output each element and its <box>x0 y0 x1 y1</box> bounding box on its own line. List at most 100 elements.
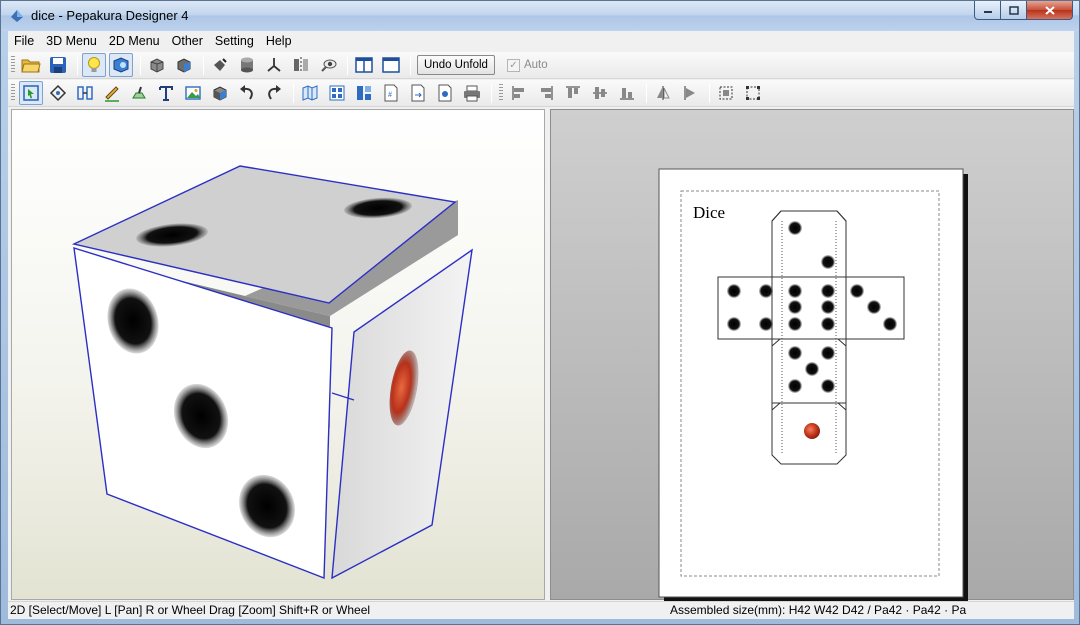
layout-blocks-icon <box>357 86 371 100</box>
select-move-icon <box>23 85 39 101</box>
svg-text:#: # <box>388 90 392 99</box>
rotate-part-button[interactable] <box>46 81 70 105</box>
net-pip <box>821 379 835 393</box>
align-top-icon <box>566 86 580 98</box>
axis-button[interactable] <box>262 53 286 77</box>
align-right-button[interactable] <box>534 81 558 105</box>
align-top-button[interactable] <box>561 81 585 105</box>
align-center-icon <box>593 87 607 99</box>
toolbar-grip[interactable] <box>499 84 503 102</box>
edit-flap-button[interactable] <box>127 81 151 105</box>
net-pip <box>821 300 835 314</box>
net-pip <box>821 346 835 360</box>
page-settings-button[interactable] <box>433 81 457 105</box>
light-toggle-button[interactable] <box>82 53 106 77</box>
redo-arrow-icon <box>268 85 281 100</box>
net-pip <box>821 284 835 298</box>
undo-button[interactable] <box>235 81 259 105</box>
open-button[interactable] <box>19 53 43 77</box>
single-view-button[interactable] <box>379 53 403 77</box>
toolbar-grip[interactable] <box>11 84 15 102</box>
axis-icon <box>267 58 281 72</box>
flip-vertical-button[interactable] <box>678 81 702 105</box>
edit-toolbar: # <box>8 80 1074 107</box>
flap-brush-icon <box>132 86 146 99</box>
pattern-sheet[interactable]: Dice <box>551 110 1075 602</box>
part-color-button[interactable] <box>208 81 232 105</box>
view-3d-pane[interactable] <box>11 109 545 600</box>
mirror-icon <box>294 57 308 73</box>
window-title: dice - Pepakura Designer 4 <box>31 8 189 23</box>
net-pip <box>788 317 802 331</box>
unfold-alt-button[interactable] <box>172 53 196 77</box>
page-number-button[interactable]: # <box>379 81 403 105</box>
arrange-grid-icon <box>329 85 345 101</box>
view-button[interactable] <box>316 53 340 77</box>
view-2d-pane[interactable]: Dice <box>550 109 1075 602</box>
unfold-cube-icon <box>150 58 164 73</box>
net-pip <box>850 284 864 298</box>
colored-cube-icon <box>213 86 227 101</box>
align-left-button[interactable] <box>507 81 531 105</box>
checkmark-icon: ✓ <box>506 58 520 72</box>
net-pip <box>883 317 897 331</box>
flip-horizontal-button[interactable] <box>651 81 675 105</box>
net-pip <box>759 284 773 298</box>
join-edges-button[interactable] <box>73 81 97 105</box>
net-face-top <box>771 210 847 278</box>
menu-help[interactable]: Help <box>260 31 298 51</box>
redo-button[interactable] <box>262 81 286 105</box>
arrange-parts-button[interactable] <box>325 81 349 105</box>
layout-button[interactable] <box>352 81 376 105</box>
minimize-button[interactable] <box>974 1 1001 20</box>
toolbar-separator <box>347 55 348 75</box>
toolbar-separator <box>140 55 141 75</box>
ungroup-button[interactable] <box>741 81 765 105</box>
pepakura-app-icon <box>11 10 23 22</box>
dice-3d-model[interactable] <box>12 110 546 601</box>
cylinder-button[interactable] <box>235 53 259 77</box>
window-controls <box>974 1 1073 21</box>
unfold-button[interactable] <box>145 53 169 77</box>
toolbar-separator <box>293 83 294 103</box>
minimize-icon <box>983 11 992 13</box>
group-button[interactable] <box>714 81 738 105</box>
toolbar-separator <box>491 83 492 103</box>
texture-toggle-button[interactable] <box>109 53 133 77</box>
toolbar-separator <box>77 55 78 75</box>
net-pip <box>727 284 741 298</box>
page-arrow-icon <box>411 84 425 102</box>
menu-file[interactable]: File <box>8 31 40 51</box>
net-pip <box>788 284 802 298</box>
menu-setting[interactable]: Setting <box>209 31 260 51</box>
page-arrow-button[interactable] <box>406 81 430 105</box>
close-icon <box>1044 5 1055 15</box>
texture-cube-icon <box>113 57 129 73</box>
status-hint: 2D [Select/Move] L [Pan] R or Wheel Drag… <box>10 603 371 617</box>
add-text-button[interactable] <box>154 81 178 105</box>
maximize-button[interactable] <box>1001 1 1027 20</box>
mirror-button[interactable] <box>289 53 313 77</box>
undo-unfold-button[interactable]: Undo Unfold <box>417 55 495 75</box>
save-button[interactable] <box>46 53 70 77</box>
toolbar-separator <box>203 55 204 75</box>
select-move-button[interactable] <box>19 81 43 105</box>
paint-button[interactable] <box>208 53 232 77</box>
align-center-button[interactable] <box>588 81 612 105</box>
draw-line-button[interactable] <box>100 81 124 105</box>
menu-2d[interactable]: 2D Menu <box>103 31 166 51</box>
split-window-icon <box>355 57 373 73</box>
pattern-view-button[interactable] <box>298 81 322 105</box>
title-bar[interactable]: dice - Pepakura Designer 4 <box>1 1 1079 31</box>
net-pip <box>727 317 741 331</box>
align-bottom-icon <box>620 88 634 100</box>
auto-checkbox[interactable]: ✓ Auto <box>506 58 548 72</box>
align-bottom-button[interactable] <box>615 81 639 105</box>
menu-other[interactable]: Other <box>166 31 209 51</box>
close-button[interactable] <box>1027 1 1073 20</box>
print-button[interactable] <box>460 81 484 105</box>
split-view-button[interactable] <box>352 53 376 77</box>
add-image-button[interactable] <box>181 81 205 105</box>
menu-3d[interactable]: 3D Menu <box>40 31 103 51</box>
toolbar-grip[interactable] <box>11 56 15 74</box>
